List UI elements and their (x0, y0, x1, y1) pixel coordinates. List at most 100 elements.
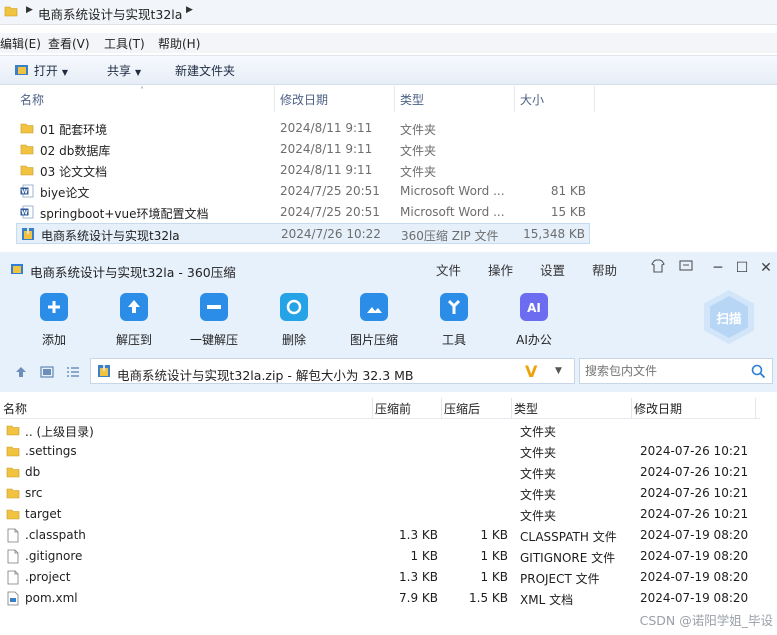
column-type[interactable]: 类型 (400, 91, 424, 108)
tool-add-button[interactable]: 添加 (19, 292, 89, 348)
archive-entry-row[interactable]: src 文件夹 2024-07-26 10:21 (0, 483, 760, 504)
entry-type: CLASSPATH 文件 (520, 530, 617, 544)
entry-modified: 2024-07-19 08:20 (640, 591, 749, 605)
zip-menu-help[interactable]: 帮助 (592, 260, 617, 279)
file-row[interactable]: 02 db数据库 2024/8/11 9:11 文件夹 (16, 139, 590, 160)
archive-entry-row[interactable]: db 文件夹 2024-07-26 10:21 (0, 462, 760, 483)
entry-modified: 2024-07-19 08:20 (640, 549, 749, 563)
tool-one-click-extract-button[interactable]: 一键解压 (179, 292, 249, 348)
entry-type: PROJECT 文件 (520, 572, 600, 586)
path-dropdown-icon[interactable]: ▼ (555, 366, 562, 376)
zip-column-type[interactable]: 类型 (514, 400, 538, 417)
tool-label: 解压到 (115, 333, 152, 347)
zip-column-name[interactable]: 名称 (3, 400, 27, 417)
archive-entry-row[interactable]: .project 1.3 KB 1 KB PROJECT 文件 2024-07-19 0… (0, 567, 760, 588)
column-name[interactable]: 名称 (20, 91, 44, 108)
file-row[interactable]: 03 论文文档 2024/8/11 9:11 文件夹 (16, 160, 590, 181)
image-compress-icon (360, 293, 388, 321)
entry-name: src (25, 486, 43, 500)
file-name: springboot+vue环境配置文档 (40, 207, 209, 221)
menu-edit[interactable]: 编辑(E) (0, 35, 41, 52)
zip-column-packed[interactable]: 压缩前 (375, 400, 411, 417)
tool-tools-button[interactable]: 工具 (419, 292, 489, 348)
explorer-address-bar[interactable]: ▶ 电商系统设计与实现t32la ▶ (0, 0, 777, 25)
menu-tools[interactable]: 工具(T) (104, 35, 145, 52)
file-date: 2024/8/11 9:11 (280, 142, 373, 156)
entry-modified: 2024-07-26 10:21 (640, 465, 749, 479)
delete-icon (280, 293, 308, 321)
column-date[interactable]: 修改日期 (280, 91, 328, 108)
file-date: 2024/7/25 20:51 (280, 205, 380, 219)
file-row[interactable]: 电商系统设计与实现t32la 2024/7/26 10:22 360压缩 ZIP 文… (16, 223, 590, 244)
tool-delete-button[interactable]: 删除 (259, 292, 329, 348)
file-type: 文件夹 (400, 144, 437, 158)
tool-label: 工具 (441, 333, 466, 347)
zip-menu-operate[interactable]: 操作 (488, 260, 513, 279)
zip-column-modified[interactable]: 修改日期 (634, 400, 682, 417)
archive-path-field[interactable]: 电商系统设计与实现t32la.zip - 解包大小为 32.3 MB V ▼ (90, 358, 575, 384)
file-row[interactable]: 01 配套环境 2024/8/11 9:11 文件夹 (16, 118, 590, 139)
v-verified-icon[interactable]: V (525, 362, 537, 381)
zip-menu-file[interactable]: 文件 (436, 260, 461, 279)
feedback-icon[interactable] (676, 258, 696, 278)
search-icon[interactable] (751, 364, 766, 379)
folder-icon (4, 6, 18, 17)
extract-to-icon (120, 293, 148, 321)
close-icon[interactable]: ✕ (756, 258, 776, 278)
skin-icon[interactable] (648, 258, 668, 278)
add-icon (40, 293, 68, 321)
menu-view[interactable]: 查看(V) (48, 35, 90, 52)
file-type: 文件夹 (400, 123, 437, 137)
zip-column-compressed[interactable]: 压缩后 (444, 400, 480, 417)
tool-label: 删除 (281, 333, 306, 347)
tool-ai-office-button[interactable]: AI AI办公 (499, 292, 569, 348)
folder-icon (6, 423, 20, 438)
search-box[interactable] (579, 358, 773, 384)
chevron-right-icon[interactable]: ▶ (186, 5, 193, 15)
zip-app-icon (11, 264, 23, 274)
archive-entry-row[interactable]: .settings 文件夹 2024-07-26 10:21 (0, 441, 760, 462)
svg-text:W: W (21, 209, 28, 216)
word-icon: W (20, 205, 34, 219)
file-type: 文件夹 (400, 165, 437, 179)
entry-packed-size: 1 KB (410, 549, 438, 563)
folder-icon (20, 121, 34, 135)
folder-icon (6, 444, 20, 459)
xml-icon (6, 591, 20, 606)
open-button[interactable]: 打开 ▼ (14, 62, 68, 79)
minimize-icon[interactable]: ─ (708, 258, 728, 278)
folder-icon (6, 507, 20, 522)
scan-button[interactable]: 扫描 (704, 290, 754, 344)
up-arrow-icon[interactable] (14, 365, 28, 379)
entry-modified: 2024-07-19 08:20 (640, 570, 749, 584)
zip-menu-settings[interactable]: 设置 (540, 260, 565, 279)
file-row[interactable]: Wbiye论文 2024/7/25 20:51 Microsoft Word ...… (16, 181, 590, 202)
file-size: 15 KB (550, 205, 586, 219)
thumbnail-view-icon[interactable] (40, 365, 54, 379)
new-folder-button[interactable]: 新建文件夹 (175, 62, 235, 79)
file-name: 电商系统设计与实现t32la (41, 229, 180, 243)
tool-extract-to-button[interactable]: 解压到 (99, 292, 169, 348)
file-date: 2024/7/26 10:22 (281, 227, 381, 241)
archive-entry-row[interactable]: .gitignore 1 KB 1 KB GITIGNORE 文件 2024-07-19… (0, 546, 760, 567)
file-row[interactable]: Wspringboot+vue环境配置文档 2024/7/25 20:51 Micr… (16, 202, 590, 223)
tool-image-compress-button[interactable]: 图片压缩 (339, 292, 409, 348)
chevron-right-icon[interactable]: ▶ (26, 5, 33, 15)
archive-entry-row[interactable]: .classpath 1.3 KB 1 KB CLASSPATH 文件 2024-07-… (0, 525, 760, 546)
archive-entry-row[interactable]: .. (上级目录) 文件夹 (0, 420, 760, 441)
sort-arrow-icon: ˄ (140, 86, 144, 95)
archive-entry-row[interactable]: target 文件夹 2024-07-26 10:21 (0, 504, 760, 525)
column-size[interactable]: 大小 (520, 91, 544, 108)
list-view-icon[interactable] (66, 365, 80, 379)
search-input[interactable] (583, 363, 747, 379)
maximize-icon[interactable]: ☐ (732, 258, 752, 278)
svg-text:AI: AI (527, 301, 541, 315)
archive-entry-row[interactable]: pom.xml 7.9 KB 1.5 KB XML 文档 2024-07-19 08:2… (0, 588, 760, 609)
ai-office-icon: AI (520, 293, 548, 321)
vertical-scrollbar[interactable] (760, 418, 777, 635)
breadcrumb[interactable]: 电商系统设计与实现t32la (38, 4, 182, 23)
share-button[interactable]: 共享 ▼ (107, 62, 141, 79)
folder-icon (20, 142, 34, 156)
one-click-extract-icon (200, 293, 228, 321)
menu-help[interactable]: 帮助(H) (158, 35, 200, 52)
